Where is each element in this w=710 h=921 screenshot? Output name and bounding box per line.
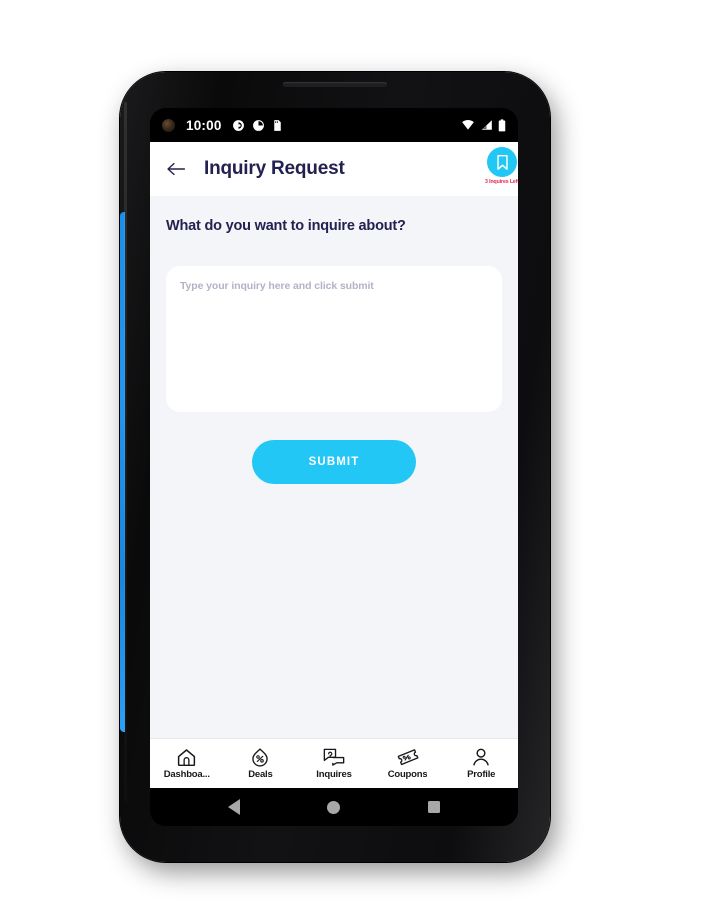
inquiries-left-badge[interactable]: 3 Inquires Left [480, 147, 518, 185]
bottom-navigation-bar: Dashboa... Deals Inquires Coupons Profil… [150, 738, 518, 788]
android-system-nav [150, 788, 518, 826]
main-content: What do you want to inquire about? Type … [150, 196, 518, 738]
submit-button-container: SUBMIT [166, 440, 502, 484]
chat-question-icon [323, 747, 345, 767]
nav-label-inquires: Inquires [316, 769, 352, 780]
nav-item-dashboard[interactable]: Dashboa... [150, 739, 224, 788]
nav-item-profile[interactable]: Profile [444, 739, 518, 788]
phone-screen: 10:00 Inquiry Request 3 Inquires Left Wh… [150, 108, 518, 826]
system-home-button[interactable] [327, 800, 341, 814]
inquiries-left-text: 3 Inquires Left [485, 179, 518, 185]
status-bar-system-icons [461, 118, 506, 132]
badge-circle [487, 147, 517, 177]
earpiece-speaker [283, 82, 387, 87]
home-icon [176, 747, 197, 767]
nav-item-inquires[interactable]: Inquires [297, 739, 371, 788]
front-camera-punch-hole [162, 118, 175, 132]
inquiry-placeholder-text: Type your inquiry here and click submit [180, 280, 374, 292]
inquiry-question-label: What do you want to inquire about? [166, 218, 406, 234]
back-arrow-icon [167, 162, 186, 176]
phone-edge-gloss [124, 102, 127, 802]
person-icon [471, 747, 491, 767]
app-header: Inquiry Request 3 Inquires Left [150, 142, 518, 196]
battery-icon [498, 118, 506, 131]
system-back-button[interactable] [227, 799, 240, 815]
status-bar-time: 10:00 [186, 117, 222, 133]
phone-frame: 10:00 Inquiry Request 3 Inquires Left Wh… [120, 72, 550, 862]
nav-label-profile: Profile [467, 769, 496, 780]
wifi-icon [462, 120, 474, 130]
bookmark-icon [496, 154, 508, 170]
notification-icon [232, 119, 244, 131]
clock-icon [252, 119, 264, 131]
back-button[interactable] [162, 155, 190, 183]
nav-item-deals[interactable]: Deals [224, 739, 298, 788]
discount-percent-icon [250, 747, 270, 767]
status-bar-notification-icons [232, 119, 283, 132]
sd-card-icon [273, 119, 281, 131]
page-title: Inquiry Request [204, 158, 345, 179]
coupon-ticket-icon [397, 747, 419, 767]
inquiry-textarea[interactable]: Type your inquiry here and click submit [166, 266, 502, 412]
nav-label-coupons: Coupons [387, 769, 428, 780]
submit-button[interactable]: SUBMIT [252, 440, 416, 484]
nav-label-dashboard: Dashboa... [163, 769, 210, 780]
system-recents-button[interactable] [428, 801, 441, 813]
nav-label-deals: Deals [248, 769, 273, 780]
nav-item-coupons[interactable]: Coupons [371, 739, 445, 788]
signal-icon [481, 120, 492, 130]
android-status-bar: 10:00 [150, 108, 518, 142]
